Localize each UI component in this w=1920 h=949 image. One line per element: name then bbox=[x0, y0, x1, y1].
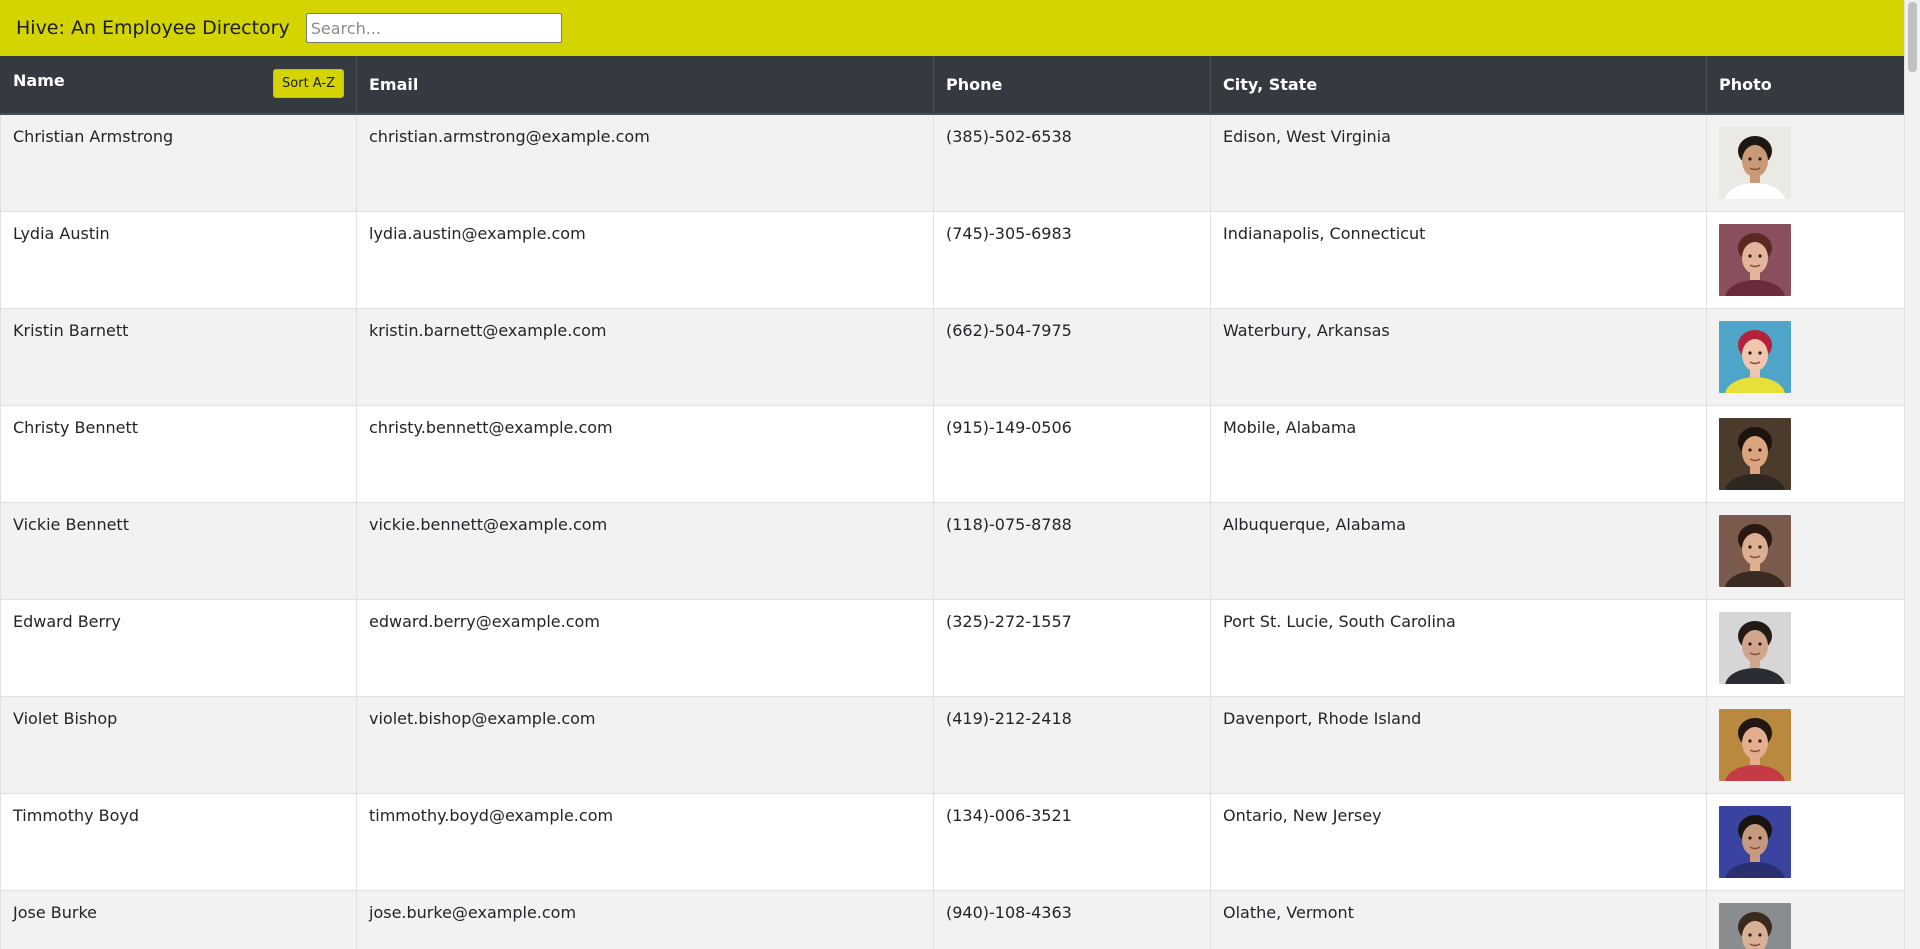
table-row: Jose Burke jose.burke@example.com (940)-10… bbox=[0, 890, 1904, 949]
cell-name: Timmothy Boyd bbox=[0, 793, 357, 891]
cell-photo bbox=[1706, 211, 1904, 309]
employee-photo bbox=[1719, 418, 1791, 490]
employee-photo bbox=[1719, 321, 1791, 393]
app-title: Hive: An Employee Directory bbox=[16, 17, 290, 39]
header-location: City, State bbox=[1210, 56, 1707, 115]
top-navbar: Hive: An Employee Directory bbox=[0, 0, 1904, 56]
page-scrollbar[interactable] bbox=[1904, 0, 1920, 949]
employee-photo bbox=[1719, 127, 1791, 199]
cell-location: Indianapolis, Connecticut bbox=[1210, 211, 1707, 309]
cell-location: Port St. Lucie, South Carolina bbox=[1210, 599, 1707, 697]
header-row: Name Sort A-Z Email Phone City, State Ph… bbox=[0, 56, 1904, 115]
cell-phone: (385)-502-6538 bbox=[933, 113, 1211, 212]
cell-name: Kristin Barnett bbox=[0, 308, 357, 406]
cell-photo bbox=[1706, 696, 1904, 794]
cell-name: Edward Berry bbox=[0, 599, 357, 697]
table-row: Vickie Bennett vickie.bennett@example.com… bbox=[0, 502, 1904, 600]
cell-email: timmothy.boyd@example.com bbox=[356, 793, 934, 891]
table-row: Edward Berry edward.berry@example.com (325… bbox=[0, 599, 1904, 697]
cell-name: Lydia Austin bbox=[0, 211, 357, 309]
cell-location: Ontario, New Jersey bbox=[1210, 793, 1707, 891]
cell-location: Davenport, Rhode Island bbox=[1210, 696, 1707, 794]
cell-phone: (940)-108-4363 bbox=[933, 890, 1211, 949]
cell-phone: (915)-149-0506 bbox=[933, 405, 1211, 503]
header-name: Name Sort A-Z bbox=[0, 56, 357, 115]
cell-location: Waterbury, Arkansas bbox=[1210, 308, 1707, 406]
table-row: Timmothy Boyd timmothy.boyd@example.com (1… bbox=[0, 793, 1904, 891]
employee-table-container: Name Sort A-Z Email Phone City, State Ph… bbox=[0, 56, 1904, 949]
cell-phone: (134)-006-3521 bbox=[933, 793, 1211, 891]
cell-photo bbox=[1706, 113, 1904, 212]
cell-location: Edison, West Virginia bbox=[1210, 113, 1707, 212]
search-input[interactable] bbox=[305, 13, 562, 43]
table-row: Kristin Barnett kristin.barnett@example.c… bbox=[0, 308, 1904, 406]
cell-email: kristin.barnett@example.com bbox=[356, 308, 934, 406]
cell-location: Albuquerque, Alabama bbox=[1210, 502, 1707, 600]
cell-name: Vickie Bennett bbox=[0, 502, 357, 600]
cell-email: lydia.austin@example.com bbox=[356, 211, 934, 309]
cell-name: Violet Bishop bbox=[0, 696, 357, 794]
table-row: Lydia Austin lydia.austin@example.com (745… bbox=[0, 211, 1904, 309]
cell-phone: (419)-212-2418 bbox=[933, 696, 1211, 794]
header-phone: Phone bbox=[933, 56, 1211, 115]
cell-location: Olathe, Vermont bbox=[1210, 890, 1707, 949]
cell-name: Christy Bennett bbox=[0, 405, 357, 503]
employee-photo bbox=[1719, 709, 1791, 781]
employee-photo bbox=[1719, 224, 1791, 296]
cell-photo bbox=[1706, 599, 1904, 697]
cell-email: christian.armstrong@example.com bbox=[356, 113, 934, 212]
table-row: Christian Armstrong christian.armstrong@e… bbox=[0, 113, 1904, 212]
employee-photo bbox=[1719, 515, 1791, 587]
cell-photo bbox=[1706, 405, 1904, 503]
table-body: Christian Armstrong christian.armstrong@e… bbox=[0, 113, 1904, 949]
cell-name: Jose Burke bbox=[0, 890, 357, 949]
table-row: Christy Bennett christy.bennett@example.c… bbox=[0, 405, 1904, 503]
table-row: Violet Bishop violet.bishop@example.com (4… bbox=[0, 696, 1904, 794]
header-name-label: Name bbox=[13, 71, 65, 90]
cell-location: Mobile, Alabama bbox=[1210, 405, 1707, 503]
cell-name: Christian Armstrong bbox=[0, 113, 357, 212]
cell-phone: (118)-075-8788 bbox=[933, 502, 1211, 600]
employee-photo bbox=[1719, 806, 1791, 878]
cell-photo bbox=[1706, 890, 1904, 949]
employee-photo bbox=[1719, 903, 1791, 949]
cell-phone: (662)-504-7975 bbox=[933, 308, 1211, 406]
cell-phone: (745)-305-6983 bbox=[933, 211, 1211, 309]
cell-photo bbox=[1706, 502, 1904, 600]
cell-phone: (325)-272-1557 bbox=[933, 599, 1211, 697]
cell-email: violet.bishop@example.com bbox=[356, 696, 934, 794]
cell-photo bbox=[1706, 793, 1904, 891]
header-email: Email bbox=[356, 56, 934, 115]
page: Hive: An Employee Directory Name Sort A-… bbox=[0, 0, 1920, 949]
cell-email: jose.burke@example.com bbox=[356, 890, 934, 949]
cell-email: christy.bennett@example.com bbox=[356, 405, 934, 503]
cell-photo bbox=[1706, 308, 1904, 406]
header-photo: Photo bbox=[1706, 56, 1904, 115]
employee-photo bbox=[1719, 612, 1791, 684]
cell-email: edward.berry@example.com bbox=[356, 599, 934, 697]
sort-az-button[interactable]: Sort A-Z bbox=[273, 69, 344, 98]
cell-email: vickie.bennett@example.com bbox=[356, 502, 934, 600]
scrollbar-thumb[interactable] bbox=[1908, 2, 1917, 72]
table-header: Name Sort A-Z Email Phone City, State Ph… bbox=[0, 56, 1904, 115]
employee-table: Name Sort A-Z Email Phone City, State Ph… bbox=[0, 56, 1904, 949]
